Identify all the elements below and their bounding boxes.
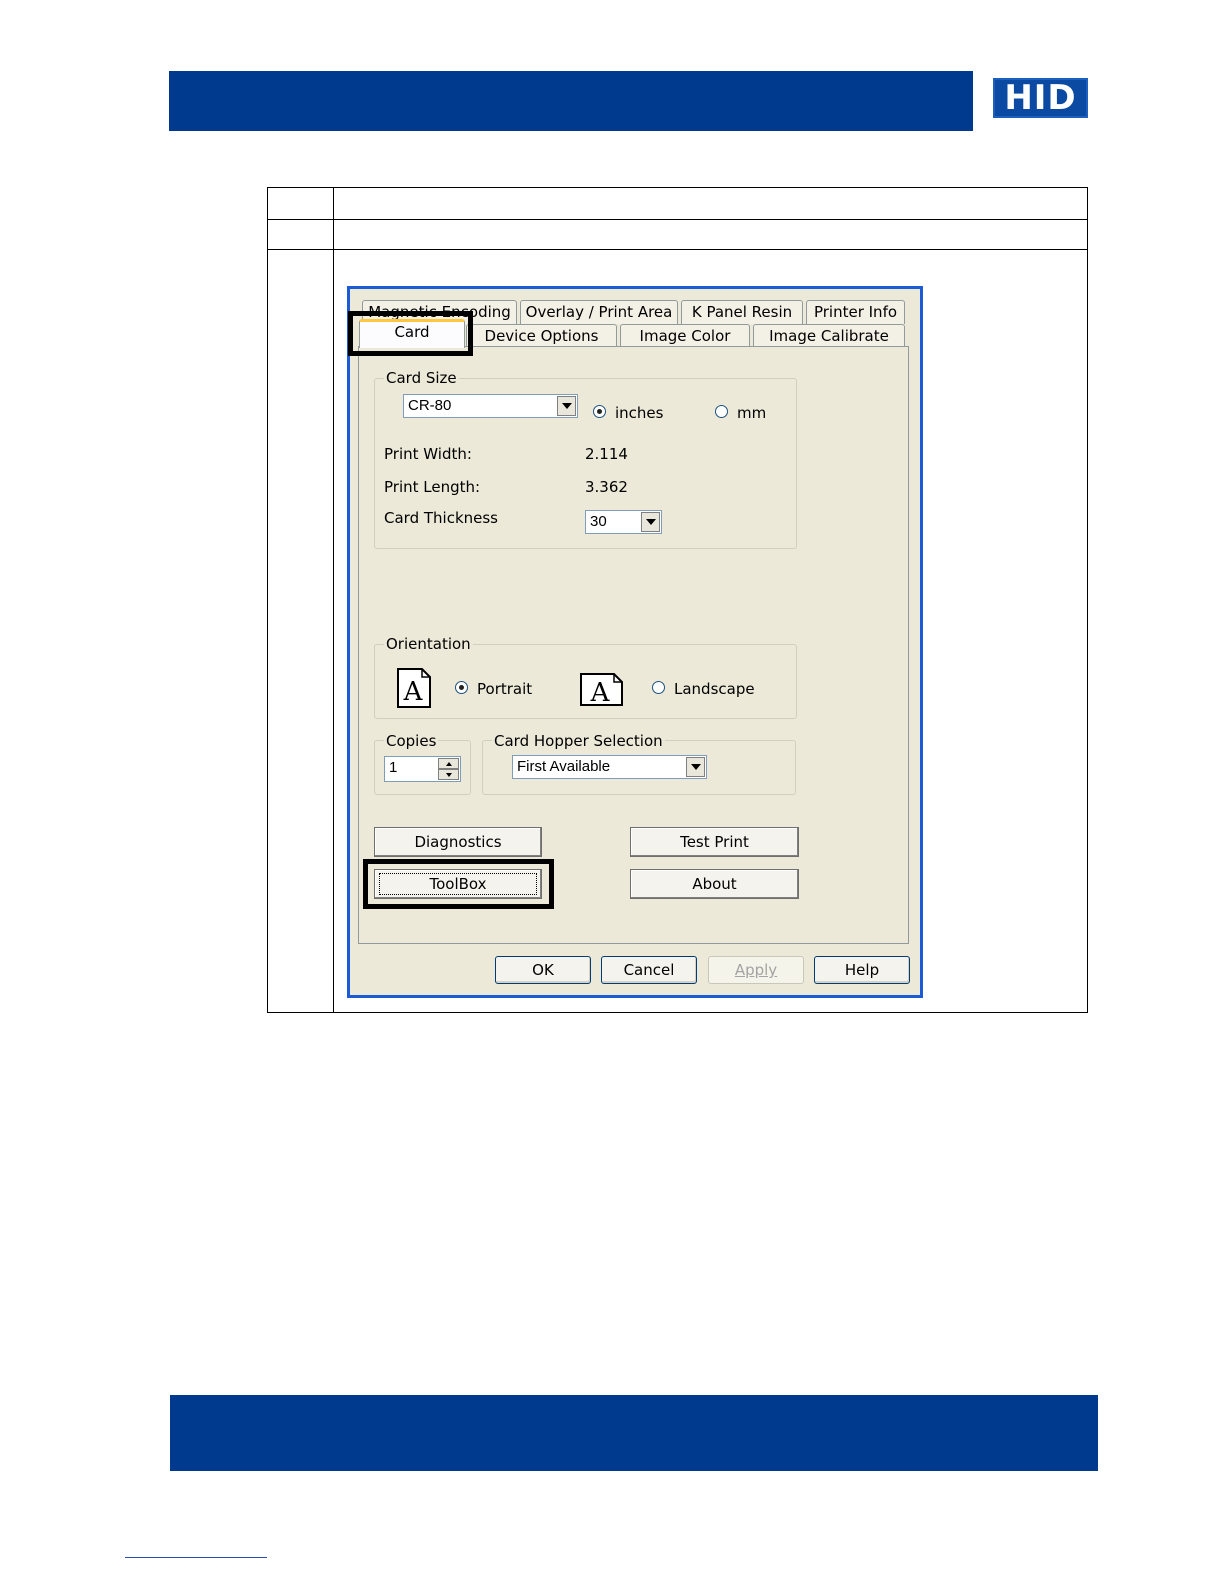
radio-portrait-label: Portrait	[477, 680, 533, 698]
chevron-down-icon[interactable]	[686, 757, 705, 777]
print-width-value: 2.114	[585, 445, 628, 463]
tab-image-calibrate[interactable]: Image Calibrate	[753, 324, 905, 347]
table-row-divider	[267, 249, 1088, 250]
copies-value: 1	[389, 759, 398, 776]
footer-link-underline	[125, 1557, 267, 1558]
spin-up-icon[interactable]	[438, 758, 459, 769]
card-thickness-dropdown[interactable]: 30	[585, 510, 662, 534]
highlight-card-tab	[348, 311, 473, 356]
tab-overlay-print-area[interactable]: Overlay / Print Area	[520, 300, 678, 324]
ok-button[interactable]: OK	[495, 956, 591, 984]
highlight-toolbox-button	[363, 859, 554, 909]
radio-mm-label: mm	[737, 404, 767, 422]
landscape-page-icon: A	[580, 673, 623, 706]
landscape-glyph: A	[590, 678, 611, 706]
chevron-down-icon[interactable]	[557, 396, 576, 416]
hopper-title: Card Hopper Selection	[492, 732, 665, 750]
print-length-label: Print Length:	[384, 478, 481, 496]
copies-spinner[interactable]: 1	[384, 756, 461, 782]
radio-inches[interactable]	[593, 405, 606, 418]
apply-button[interactable]: Apply	[708, 956, 804, 984]
radio-landscape[interactable]	[652, 681, 665, 694]
test-print-button[interactable]: Test Print	[630, 827, 799, 857]
card-size-title: Card Size	[384, 369, 459, 387]
tab-k-panel-resin[interactable]: K Panel Resin	[681, 300, 803, 324]
tab-image-color[interactable]: Image Color	[620, 324, 750, 347]
radio-mm[interactable]	[715, 405, 728, 418]
hopper-value: First Available	[517, 758, 611, 775]
spin-down-icon[interactable]	[438, 769, 459, 780]
print-length-value: 3.362	[585, 478, 628, 496]
about-button[interactable]: About	[630, 869, 799, 899]
hopper-dropdown[interactable]: First Available	[512, 755, 707, 779]
header-bar	[169, 71, 973, 131]
tab-printer-info[interactable]: Printer Info	[806, 300, 905, 324]
tab-device-options[interactable]: Device Options	[466, 324, 617, 347]
orientation-title: Orientation	[384, 635, 473, 653]
card-thickness-value: 30	[590, 513, 607, 530]
cancel-button[interactable]: Cancel	[601, 956, 697, 984]
radio-inches-label: inches	[615, 404, 664, 422]
card-thickness-label: Card Thickness	[384, 509, 498, 527]
card-size-value: CR-80	[408, 397, 452, 414]
footer-bar	[170, 1395, 1098, 1471]
copies-title: Copies	[384, 732, 439, 750]
table-column-divider	[333, 187, 334, 1013]
portrait-glyph: A	[403, 677, 424, 707]
help-button[interactable]: Help	[814, 956, 910, 984]
radio-landscape-label: Landscape	[674, 680, 755, 698]
portrait-page-icon: A	[397, 668, 431, 708]
hid-logo: HID	[993, 78, 1088, 118]
radio-portrait[interactable]	[455, 681, 468, 694]
card-size-dropdown[interactable]: CR-80	[403, 394, 578, 418]
print-width-label: Print Width:	[384, 445, 472, 463]
table-row-divider	[267, 219, 1088, 220]
diagnostics-button[interactable]: Diagnostics	[374, 827, 542, 857]
chevron-down-icon[interactable]	[641, 512, 660, 532]
